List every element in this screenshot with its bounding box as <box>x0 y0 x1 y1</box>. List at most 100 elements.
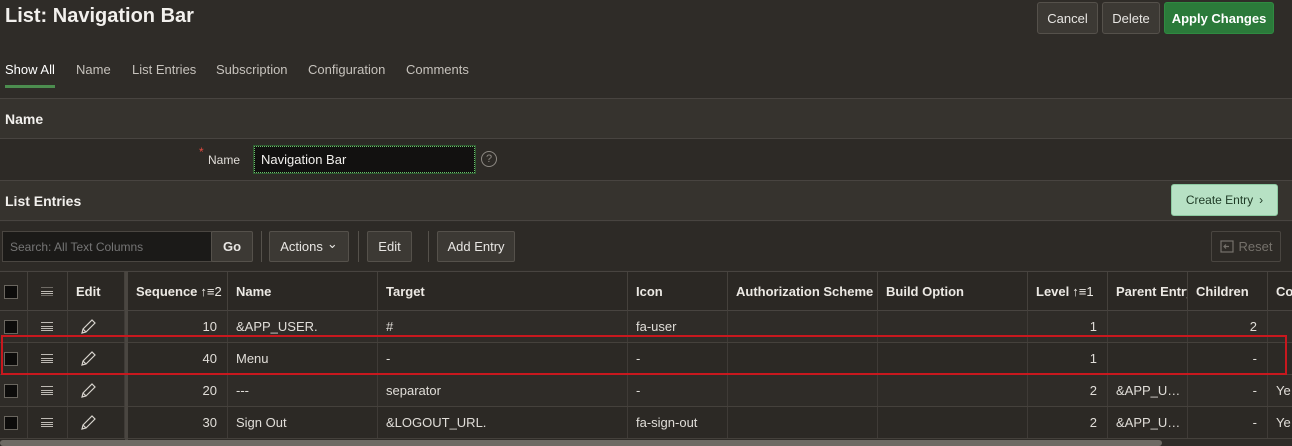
drag-handle-icon[interactable] <box>41 354 53 363</box>
column-header-parent-entry[interactable]: Parent Entry <box>1108 272 1188 311</box>
sequence-header-label: Sequence <box>136 284 198 299</box>
table-row[interactable]: 30 Sign Out &LOGOUT_URL. fa-sign-out 2 &APP_U… <box>0 407 1292 439</box>
chevron-down-icon: ⌄ <box>326 235 338 251</box>
search-input[interactable] <box>2 231 212 262</box>
name-section-header: Name <box>0 98 1292 139</box>
tab-name[interactable]: Name <box>76 62 111 88</box>
tab-list-entries[interactable]: List Entries <box>132 62 196 88</box>
column-header-build-option[interactable]: Build Option <box>878 272 1028 311</box>
row-select-cell <box>0 343 28 374</box>
grid-header: Edit Sequence ↑≡2 Name Target Icon Autho… <box>0 271 1292 311</box>
cell-authorization <box>728 375 878 406</box>
row-edit-cell <box>68 343 125 374</box>
column-header-target[interactable]: Target <box>378 272 628 311</box>
drag-handle-icon <box>41 287 53 296</box>
list-entries-section-title: List Entries <box>5 193 82 209</box>
cell-sequence: 30 <box>128 407 228 438</box>
reset-button[interactable]: Reset <box>1211 231 1281 262</box>
cell-name: &APP_USER. <box>228 311 378 342</box>
table-row[interactable]: 20 --- separator -2 &APP_U… - Ye <box>0 375 1292 407</box>
cell-build-option <box>878 375 1028 406</box>
cell-target: - <box>378 343 628 374</box>
tab-show-all[interactable]: Show All <box>5 62 55 88</box>
select-all-checkbox[interactable] <box>4 284 18 299</box>
apply-changes-button[interactable]: Apply Changes <box>1164 2 1274 34</box>
column-header-sequence[interactable]: Sequence ↑≡2 <box>128 272 228 311</box>
column-header-name[interactable]: Name <box>228 272 378 311</box>
column-header-extra[interactable]: Co <box>1268 272 1292 311</box>
column-header-children[interactable]: Children <box>1188 272 1268 311</box>
list-entries-grid: Edit Sequence ↑≡2 Name Target Icon Autho… <box>0 271 1292 446</box>
pencil-icon[interactable] <box>79 318 97 336</box>
cell-target: separator <box>378 375 628 406</box>
table-row[interactable]: 40 Menu - -1- <box>0 343 1292 375</box>
reset-icon <box>1219 240 1234 253</box>
frozen-columns-divider <box>125 271 128 446</box>
cell-extra: Ye <box>1276 415 1291 430</box>
cell-level: 2 <box>1028 407 1108 438</box>
name-section-title: Name <box>5 111 44 127</box>
cell-build-option <box>878 311 1028 342</box>
toolbar-divider <box>428 231 429 262</box>
name-field-row: * Name ? <box>0 139 1292 180</box>
go-button[interactable]: Go <box>211 231 253 262</box>
name-input[interactable] <box>253 145 476 174</box>
cell-icon: - <box>628 343 728 374</box>
cell-target: &LOGOUT_URL. <box>378 407 628 438</box>
tab-comments[interactable]: Comments <box>406 62 469 88</box>
actions-menu-button[interactable]: Actions ⌄ <box>269 231 349 262</box>
chevron-right-icon: › <box>1259 193 1264 207</box>
level-header-label: Level <box>1036 284 1070 299</box>
reset-label: Reset <box>1238 239 1273 254</box>
cell-parent-entry: &APP_U… <box>1108 407 1188 438</box>
cancel-button[interactable]: Cancel <box>1037 2 1098 34</box>
row-select-cell <box>0 407 28 438</box>
add-entry-button[interactable]: Add Entry <box>437 231 515 262</box>
row-drag-cell <box>28 311 68 342</box>
cell-build-option <box>878 343 1028 374</box>
row-checkbox[interactable] <box>4 383 18 398</box>
column-header-level[interactable]: Level ↑≡1 <box>1028 272 1108 311</box>
table-row[interactable]: 10 &APP_USER. # fa-user 1 2 <box>0 311 1292 343</box>
cell-sequence: 10 <box>128 311 228 342</box>
row-checkbox[interactable] <box>4 351 18 366</box>
create-entry-button[interactable]: Create Entry › <box>1171 184 1278 216</box>
drag-handle-icon[interactable] <box>41 418 53 427</box>
cell-authorization <box>728 343 878 374</box>
cell-level: 1 <box>1028 311 1108 342</box>
column-header-icon[interactable]: Icon <box>628 272 728 311</box>
row-checkbox[interactable] <box>4 415 18 430</box>
row-drag-cell <box>28 343 68 374</box>
column-header-edit[interactable]: Edit <box>68 272 125 311</box>
pencil-icon[interactable] <box>79 414 97 432</box>
row-checkbox[interactable] <box>4 319 18 334</box>
horizontal-scrollbar[interactable] <box>0 440 1162 446</box>
tab-bar: Show All Name List Entries Subscription … <box>0 52 1292 94</box>
cell-name: Sign Out <box>228 407 378 438</box>
cell-extra: Ye <box>1276 383 1291 398</box>
tab-configuration[interactable]: Configuration <box>308 62 385 88</box>
cell-icon: fa-sign-out <box>628 407 728 438</box>
column-header-authorization[interactable]: Authorization Scheme <box>728 272 878 311</box>
row-edit-cell <box>68 311 125 342</box>
page-header: List: Navigation Bar Cancel Delete Apply… <box>0 0 1292 50</box>
help-icon[interactable]: ? <box>481 151 497 167</box>
cell-children: - <box>1188 407 1268 438</box>
cell-parent-entry <box>1108 311 1188 342</box>
edit-button[interactable]: Edit <box>367 231 412 262</box>
tab-subscription[interactable]: Subscription <box>216 62 288 88</box>
pencil-icon[interactable] <box>79 350 97 368</box>
drag-handle-icon[interactable] <box>41 386 53 395</box>
delete-button[interactable]: Delete <box>1102 2 1160 34</box>
cell-parent-entry <box>1108 343 1188 374</box>
cell-parent-entry: &APP_U… <box>1108 375 1188 406</box>
required-indicator: * <box>199 145 204 159</box>
select-all-header <box>0 272 28 311</box>
sort-ascending-icon: ↑≡1 <box>1072 284 1094 299</box>
cell-children: 2 <box>1188 311 1268 342</box>
pencil-icon[interactable] <box>79 382 97 400</box>
sort-ascending-icon: ↑≡2 <box>200 284 222 299</box>
drag-handle-icon[interactable] <box>41 322 53 331</box>
row-drag-cell <box>28 407 68 438</box>
report-toolbar: Go Actions ⌄ Edit Add Entry Reset <box>0 222 1292 270</box>
